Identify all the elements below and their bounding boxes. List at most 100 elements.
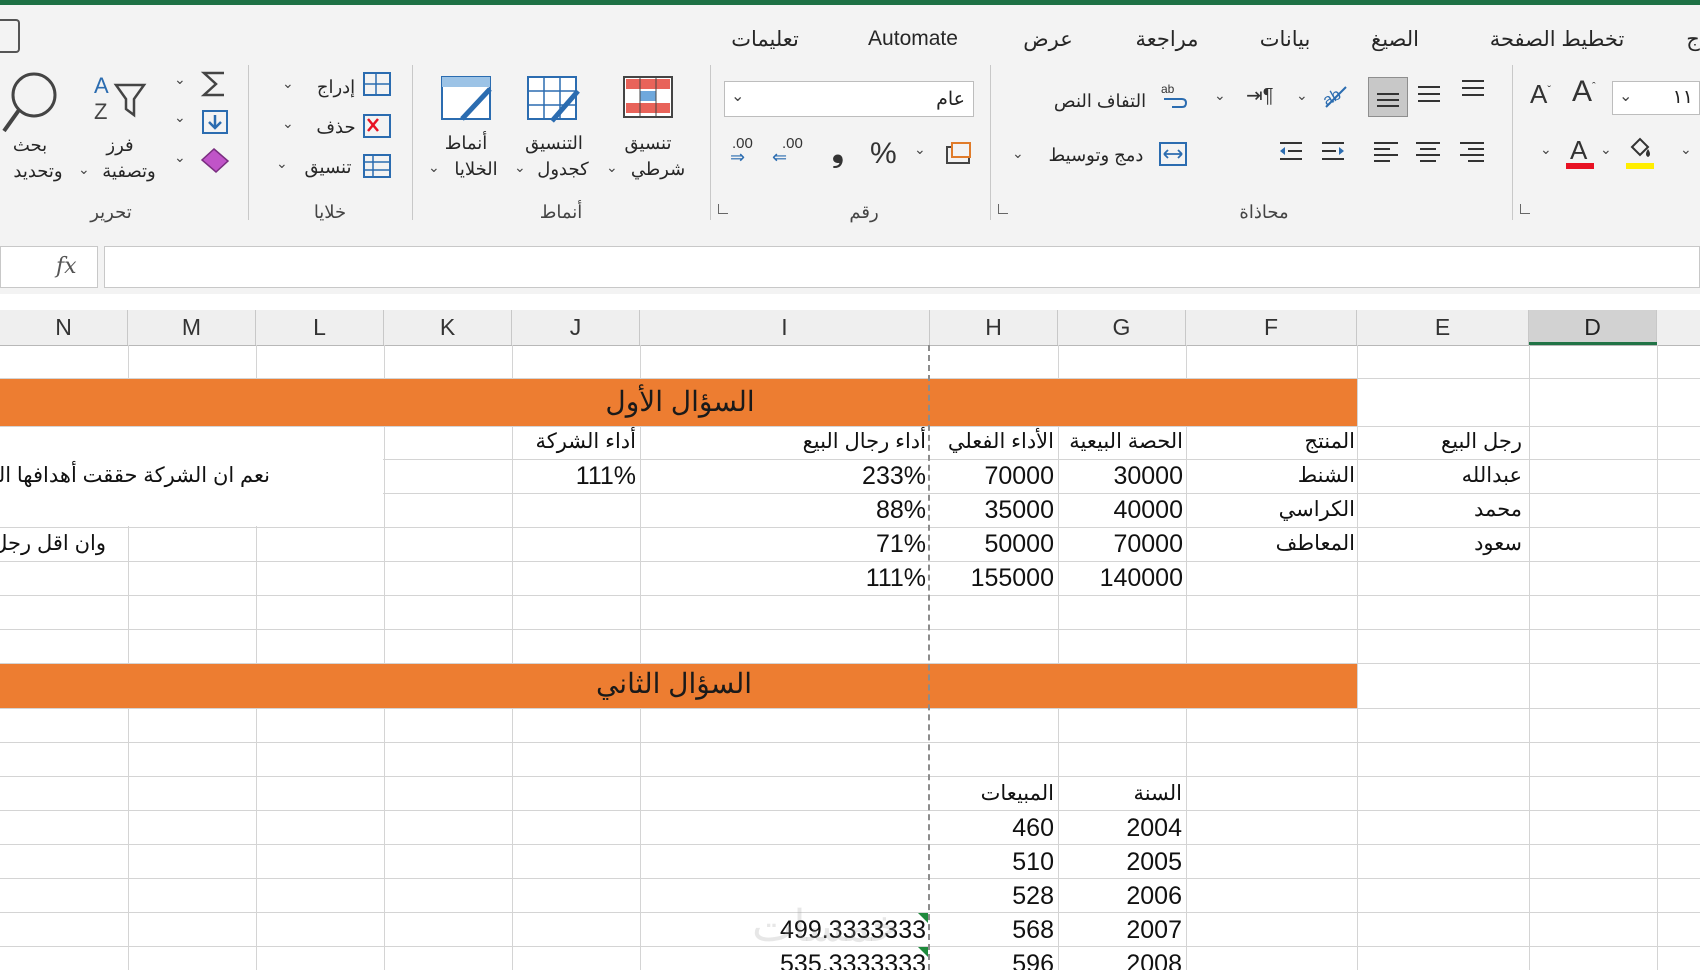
increase-font-size-icon[interactable]: Aˆ <box>1572 75 1596 109</box>
salesman-cell[interactable]: محمد <box>1474 493 1522 527</box>
align-middle-icon[interactable] <box>1414 79 1444 109</box>
conditional-format-label-2[interactable]: شرطي <box>631 157 685 181</box>
sales-cell[interactable]: 596 <box>1012 947 1054 970</box>
year-cell[interactable]: 2004 <box>1126 811 1182 845</box>
year-cell[interactable]: 2006 <box>1126 879 1182 913</box>
tab-help[interactable]: تعليمات <box>731 27 799 52</box>
chevron-down-icon[interactable]: ⌄ <box>78 161 90 178</box>
performance-cell[interactable]: 71% <box>876 527 926 561</box>
salesman-cell[interactable]: عبدالله <box>1462 459 1522 493</box>
column-header-j[interactable]: J <box>512 310 640 345</box>
year-cell[interactable]: 2005 <box>1126 845 1182 879</box>
number-dialog-launcher-icon[interactable] <box>718 204 728 214</box>
sales-cell[interactable]: 568 <box>1012 913 1054 947</box>
sales-cell[interactable]: 528 <box>1012 879 1054 913</box>
year-cell[interactable]: 2008 <box>1126 947 1182 970</box>
actual-cell[interactable]: 50000 <box>984 527 1054 561</box>
product-cell[interactable]: المعاطف <box>1276 527 1355 561</box>
tab-page-layout[interactable]: تخطيط الصفحة <box>1490 27 1625 52</box>
delete-cells-icon[interactable] <box>362 113 392 139</box>
accounting-format-icon[interactable] <box>944 137 974 167</box>
column-header-m[interactable]: M <box>128 310 256 345</box>
chevron-down-icon[interactable]: ⌄ <box>174 71 186 88</box>
chevron-down-icon[interactable]: ⌄ <box>282 75 294 92</box>
fill-color-button[interactable] <box>1626 135 1656 171</box>
font-dialog-launcher-icon[interactable] <box>1520 204 1530 214</box>
sales-cell[interactable]: 460 <box>1012 811 1054 845</box>
column-header-n[interactable]: N <box>0 310 128 345</box>
product-cell[interactable]: الشنط <box>1298 459 1355 493</box>
percent-style-button[interactable]: % <box>870 137 897 171</box>
fx-icon[interactable]: fx <box>56 254 77 279</box>
tab-insert-partial[interactable]: ج <box>1686 27 1700 52</box>
column-header-g[interactable]: G <box>1058 310 1186 345</box>
error-indicator-icon[interactable] <box>918 913 928 923</box>
wrap-text-icon[interactable]: ab <box>1160 81 1188 109</box>
font-color-button[interactable]: A <box>1566 135 1596 171</box>
year-cell[interactable]: 2007 <box>1126 913 1182 947</box>
chevron-down-icon[interactable]: ⌄ <box>1540 141 1552 158</box>
align-left-icon[interactable] <box>1372 139 1402 165</box>
conclusion-note-2[interactable]: وان اقل رجل <box>0 527 106 561</box>
column-header-l[interactable]: L <box>256 310 384 345</box>
increase-indent-icon[interactable] <box>1318 139 1348 165</box>
tab-formulas[interactable]: الصيغ <box>1371 27 1419 52</box>
total-quota-cell[interactable]: 140000 <box>1100 561 1183 595</box>
total-actual-cell[interactable]: 155000 <box>971 561 1054 595</box>
chevron-down-icon[interactable]: ⌄ <box>282 115 294 132</box>
sales-cell[interactable]: 510 <box>1012 845 1054 879</box>
tab-data[interactable]: بيانات <box>1260 27 1311 52</box>
orientation-icon[interactable]: ab <box>1318 79 1350 111</box>
performance-cell[interactable]: 88% <box>876 493 926 527</box>
column-header-f[interactable]: F <box>1186 310 1357 345</box>
comma-style-button[interactable]: ❟ <box>832 135 844 169</box>
chevron-down-icon[interactable]: ⌄ <box>174 149 186 166</box>
merge-center-icon[interactable] <box>1158 141 1188 167</box>
paragraph-direction-icon[interactable]: ⇥¶ <box>1246 83 1274 108</box>
format-cells-label[interactable]: تنسيق <box>305 155 352 179</box>
actual-cell[interactable]: 70000 <box>984 459 1054 493</box>
tab-automate[interactable]: Automate <box>868 27 958 51</box>
wrap-text-label[interactable]: التفاف النص <box>1054 89 1146 113</box>
format-table-label-1[interactable]: التنسيق <box>525 131 583 155</box>
align-bottom-button[interactable] <box>1368 77 1408 117</box>
chevron-down-icon[interactable]: ⌄ <box>514 159 526 176</box>
chevron-down-icon[interactable]: ⌄ <box>428 159 440 176</box>
name-box[interactable] <box>0 246 98 288</box>
error-indicator-icon[interactable] <box>918 947 928 957</box>
font-size-select[interactable]: ١١ ⌄ <box>1612 81 1700 115</box>
autosum-icon[interactable] <box>200 69 230 99</box>
company-performance-cell[interactable]: 111% <box>576 459 636 493</box>
sort-filter-label-1[interactable]: فرز <box>106 133 133 157</box>
actual-cell[interactable]: 35000 <box>984 493 1054 527</box>
align-right-icon[interactable] <box>1458 139 1488 165</box>
format-table-label-2[interactable]: كجدول <box>537 157 588 181</box>
format-as-table-icon[interactable] <box>526 75 582 125</box>
formula-input[interactable] <box>104 246 1700 288</box>
column-header-d[interactable]: D <box>1529 310 1657 345</box>
find-select-icon[interactable] <box>2 69 58 135</box>
fill-down-icon[interactable] <box>200 109 230 135</box>
chevron-down-icon[interactable]: ⌄ <box>1012 145 1024 162</box>
column-header-i[interactable]: I <box>640 310 930 345</box>
quota-cell[interactable]: 30000 <box>1113 459 1183 493</box>
insert-cells-label[interactable]: إدراج <box>317 75 355 99</box>
salesman-cell[interactable]: سعود <box>1474 527 1522 561</box>
conditional-format-label-1[interactable]: تنسيق <box>625 131 672 155</box>
decrease-font-size-icon[interactable]: Aˇ <box>1530 79 1551 110</box>
sheet-grid[interactable]: السؤال الأول رجل البيع المنتج الحصة البي… <box>0 345 1700 970</box>
tab-view[interactable]: عرض <box>1023 27 1073 52</box>
column-header-e[interactable]: E <box>1357 310 1529 345</box>
clear-eraser-icon[interactable] <box>200 147 230 173</box>
merge-center-label[interactable]: دمج وتوسيط <box>1049 143 1144 167</box>
chevron-down-icon[interactable]: ⌄ <box>1680 141 1692 158</box>
chevron-down-icon[interactable]: ⌄ <box>174 109 186 126</box>
align-top-icon[interactable] <box>1458 77 1488 107</box>
alignment-dialog-launcher-icon[interactable] <box>998 204 1008 214</box>
chevron-down-icon[interactable]: ⌄ <box>1214 87 1226 104</box>
sort-filter-label-2[interactable]: وتصفية <box>102 159 156 183</box>
chevron-down-icon[interactable]: ⌄ <box>1600 141 1612 158</box>
increase-decimal-button[interactable]: .00 ⇐ <box>772 135 806 169</box>
decrease-indent-icon[interactable] <box>1276 139 1306 165</box>
conclusion-note-1[interactable]: نعم ان الشركة حققت أهدافها البي <box>0 459 270 493</box>
